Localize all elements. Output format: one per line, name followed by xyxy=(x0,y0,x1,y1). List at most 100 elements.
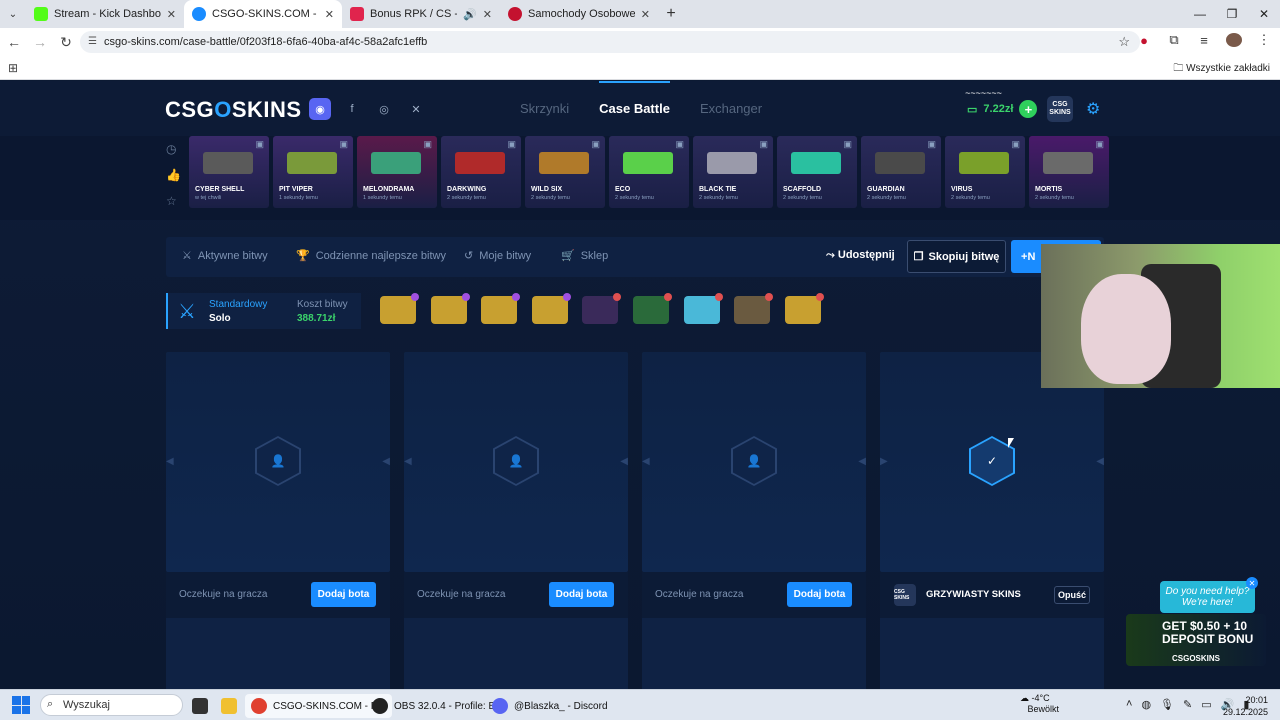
copy-battle-button[interactable]: ❐ Skopiuj bitwę xyxy=(907,240,1006,273)
leave-button[interactable]: Opuść xyxy=(1054,586,1090,604)
drop-card[interactable]: ▣ DARKWING 2 sekundy temu xyxy=(441,136,521,208)
tab-kick[interactable]: Stream - Kick Dashboard ✕ xyxy=(26,0,184,28)
taskbar-obs[interactable]: OBS 32.0.4 - Profile: Bez xyxy=(372,694,506,718)
add-bot-button[interactable]: Dodaj bota xyxy=(549,582,614,607)
case-image[interactable] xyxy=(582,293,622,324)
case-image[interactable] xyxy=(633,293,672,324)
drop-card[interactable]: ▣ CYBER SHELL w tej chwili xyxy=(189,136,269,208)
drop-card[interactable]: ▣ ECO 2 sekundy temu xyxy=(609,136,689,208)
gear-icon[interactable]: ⚙ xyxy=(1086,99,1100,119)
instagram-icon[interactable]: ◎ xyxy=(373,98,395,120)
task-view-icon[interactable] xyxy=(192,694,208,718)
kick-favicon-icon xyxy=(34,7,48,21)
share-button[interactable]: ⤳ Udostępnij xyxy=(826,249,895,262)
tab-csgo-skins[interactable]: CSGO-SKINS.COM - Najlepsze ✕ xyxy=(184,0,342,28)
close-icon[interactable]: ✕ xyxy=(325,8,334,21)
minimize-icon[interactable]: — xyxy=(1184,0,1216,28)
speaker-icon[interactable]: 🔊 xyxy=(463,8,477,21)
back-icon[interactable]: ← xyxy=(2,30,26,54)
drop-card[interactable]: ▣ WILD SIX 2 sekundy temu xyxy=(525,136,605,208)
tab-search-icon[interactable]: ⌄ xyxy=(0,0,26,28)
taskbar-discord[interactable]: @Blaszka_ - Discord xyxy=(492,694,608,718)
nav-case-battle[interactable]: Case Battle xyxy=(599,81,670,116)
drop-card[interactable]: ▣ GUARDIAN 2 sekundy temu xyxy=(861,136,941,208)
logo-text-right: SKINS xyxy=(231,97,302,122)
taskbar-chrome[interactable]: CSGO-SKINS.COM - Naj xyxy=(245,694,392,718)
drop-card[interactable]: ▣ MORTIS 2 sekundy temu xyxy=(1029,136,1109,208)
star-icon[interactable]: ☆ xyxy=(166,194,181,208)
drop-card[interactable]: ▣ BLACK TIE 2 sekundy temu xyxy=(693,136,773,208)
discord-icon[interactable]: ◉ xyxy=(309,98,331,120)
close-icon[interactable]: ✕ xyxy=(641,8,650,21)
url-text: csgo-skins.com/case-battle/0f203f18-6fa6… xyxy=(104,36,428,48)
pen-icon[interactable]: ✎ xyxy=(1183,698,1192,711)
shop-link[interactable]: 🛒 Sklep xyxy=(561,249,608,263)
all-bookmarks[interactable]: 🗀 Wszystkie zakładki xyxy=(1173,61,1270,78)
arrow-icon: ▶ xyxy=(880,456,888,467)
x-icon[interactable]: ✕ xyxy=(405,98,427,120)
taskbar-search[interactable]: ⌕ Wyszukaj xyxy=(40,694,183,716)
chevron-up-icon[interactable]: ˄ xyxy=(1126,698,1132,711)
add-bot-button[interactable]: Dodaj bota xyxy=(787,582,852,607)
add-bot-button[interactable]: Dodaj bota xyxy=(311,582,376,607)
user-icon: 👤 xyxy=(257,438,299,484)
reload-icon[interactable]: ↻ xyxy=(54,30,78,54)
tab-youtube[interactable]: Bonus RPK / CS - 60-TKA ft 🔊 ✕ xyxy=(342,0,500,28)
case-image[interactable] xyxy=(734,293,774,324)
opera-icon[interactable]: ● xyxy=(1136,33,1152,48)
weather-widget[interactable]: ☁ -4°C Bewölkt xyxy=(1020,693,1059,715)
drop-time: w tej chwili xyxy=(195,195,222,201)
tab-otomoto[interactable]: Samochody Osobowe - Otomo ✕ xyxy=(500,0,658,28)
bookmarks-bar: ⊞ 🗀 Wszystkie zakładki xyxy=(0,56,1280,80)
nav-skrzynki[interactable]: Skrzynki xyxy=(520,101,569,116)
clock-icon[interactable]: ◷ xyxy=(166,142,181,156)
close-icon[interactable]: ✕ xyxy=(1246,577,1258,589)
empty-player-hex: 👤 xyxy=(255,436,301,486)
user-avatar[interactable]: CSG SKINS xyxy=(1047,96,1073,122)
menu-icon[interactable]: ⋮ xyxy=(1256,32,1272,48)
apps-icon[interactable]: ⊞ xyxy=(8,61,18,75)
facebook-icon[interactable]: f xyxy=(341,98,363,120)
new-tab-button[interactable]: + xyxy=(658,0,684,28)
media-icon[interactable]: ≡ xyxy=(1196,33,1212,48)
drop-card[interactable]: ▣ SCAFFOLD 2 sekundy temu xyxy=(777,136,857,208)
slot-footer: Oczekuje na gracza Dodaj bota xyxy=(166,572,390,618)
case-image[interactable] xyxy=(683,293,723,324)
site-info-icon[interactable]: ☰ xyxy=(88,36,97,47)
thumbs-up-icon[interactable]: 👍 xyxy=(166,168,181,182)
profile-avatar[interactable] xyxy=(1226,33,1242,47)
promo-banner[interactable]: GET $0.50 + 10 DEPOSIT BONU CSGOSKINS xyxy=(1126,614,1266,666)
bookmark-star-icon[interactable]: ☆ xyxy=(1118,34,1130,50)
daily-best-link[interactable]: 🏆 Codzienne najlepsze bitwy xyxy=(296,249,446,263)
case-image[interactable] xyxy=(784,293,824,324)
close-icon[interactable]: ✕ xyxy=(483,8,492,21)
case-image[interactable] xyxy=(380,293,419,324)
deposit-button[interactable]: + xyxy=(1019,100,1038,118)
active-battles-link[interactable]: ⚔ Aktywne bitwy xyxy=(182,249,268,263)
restore-icon[interactable]: ❐ xyxy=(1216,0,1248,28)
file-explorer-icon[interactable] xyxy=(221,694,237,718)
url-bar[interactable]: ☰ csgo-skins.com/case-battle/0f203f18-6f… xyxy=(80,31,1140,53)
drop-card[interactable]: ▣ VIRUS 2 sekundy temu xyxy=(945,136,1025,208)
waiting-text: Oczekuje na gracza xyxy=(417,589,506,600)
case-image[interactable] xyxy=(481,293,521,324)
network-app-icon[interactable]: ◍ xyxy=(1141,698,1151,711)
balance-widget[interactable]: ▭ 7.22zł + xyxy=(967,98,1038,120)
nav-exchanger[interactable]: Exchanger xyxy=(700,101,762,116)
forward-icon[interactable]: → xyxy=(28,30,52,54)
case-image[interactable] xyxy=(430,293,470,324)
close-icon[interactable]: ✕ xyxy=(167,8,176,21)
battle-info: ⚔ Standardowy Solo Koszt bitwy 388.71zł xyxy=(166,293,361,329)
help-widget[interactable]: Do you need help? We're here! ✕ xyxy=(1160,577,1258,613)
clock[interactable]: 20:01 29.12.2025 xyxy=(1223,694,1268,718)
case-image[interactable] xyxy=(531,293,571,324)
microphone-icon[interactable]: 🎙 xyxy=(1160,698,1174,711)
my-battles-link[interactable]: ↺ Moje bitwy xyxy=(464,249,531,263)
drop-card[interactable]: ▣ PIT VIPER 1 sekundy temu xyxy=(273,136,353,208)
extensions-icon[interactable]: ⧉ xyxy=(1166,32,1182,48)
drop-card[interactable]: ▣ MELONDRAMA 1 sekundy temu xyxy=(357,136,437,208)
windows-start-icon[interactable] xyxy=(12,696,30,714)
close-window-icon[interactable]: ✕ xyxy=(1248,0,1280,28)
site-logo[interactable]: CSGOSKINS xyxy=(165,97,302,123)
wifi-icon[interactable]: ▭ xyxy=(1201,698,1211,711)
